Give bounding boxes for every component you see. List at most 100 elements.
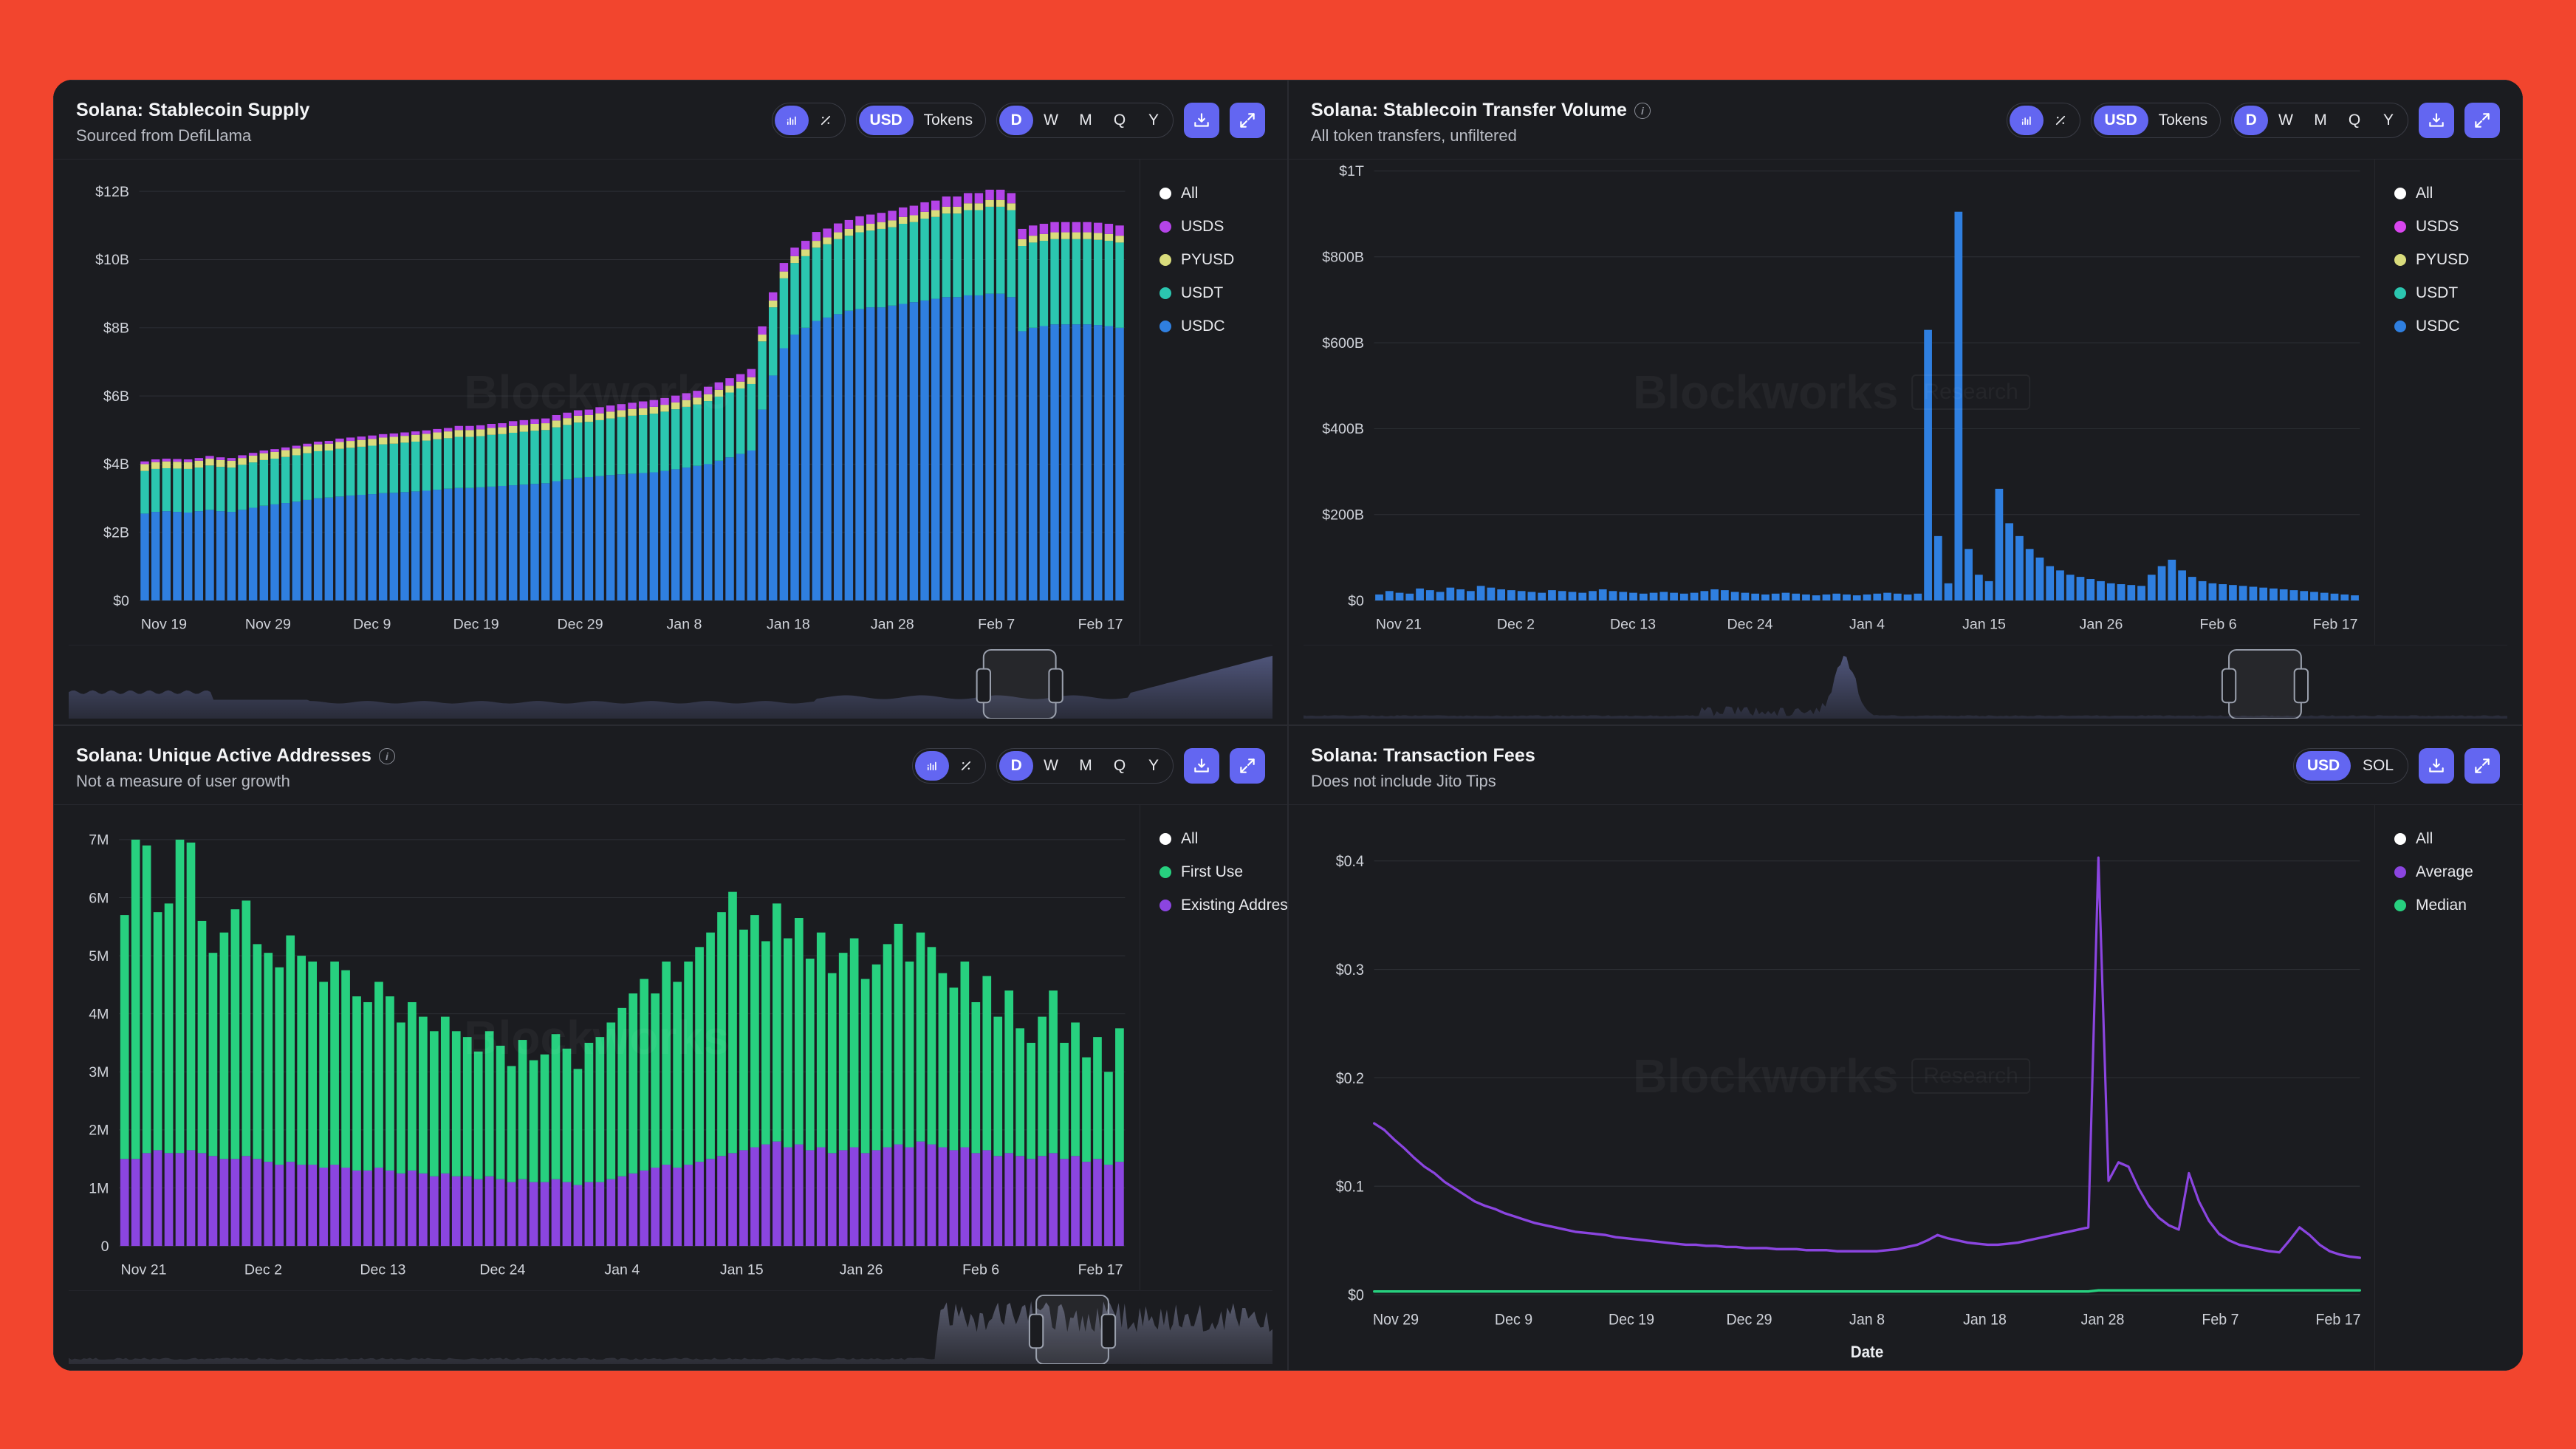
legend-dot-icon — [2394, 833, 2406, 845]
legend-item-existing-addresses[interactable]: Existing Addresses — [1159, 897, 1287, 914]
range-option-y[interactable]: Y — [1137, 106, 1171, 135]
legend-label: USDS — [2416, 218, 2459, 236]
range-toggle[interactable]: D W M Q Y — [996, 748, 1174, 784]
range-option-y[interactable]: Y — [1137, 751, 1171, 781]
range-option-d[interactable]: D — [999, 751, 1033, 781]
legend-label: USDC — [1181, 318, 1225, 335]
plot-area[interactable]: Blockworks $0$2B$4B$6B$8B$10B$12BNov 19N… — [54, 160, 1140, 645]
expand-icon[interactable] — [1230, 103, 1265, 138]
brush-svg[interactable] — [1304, 645, 2507, 719]
plot-area[interactable]: Blockworks Research $0$200B$400B$600B$80… — [1289, 160, 2374, 645]
legend-dot-icon — [2394, 254, 2406, 266]
svg-text:$200B: $200B — [1322, 507, 1364, 524]
range-option-q[interactable]: Q — [2337, 106, 2371, 135]
range-brush-3[interactable] — [69, 1290, 1272, 1364]
legend-label: All — [2416, 185, 2433, 202]
unit-option-tokens[interactable]: Tokens — [914, 106, 984, 135]
range-toggle[interactable]: D W M Q Y — [996, 103, 1174, 138]
svg-text:Dec 29: Dec 29 — [1726, 1311, 1772, 1329]
panel-title-text: Solana: Transaction Fees — [1311, 745, 1535, 767]
bar-chart-icon[interactable] — [775, 106, 809, 135]
percent-icon[interactable] — [809, 106, 843, 135]
range-option-m[interactable]: M — [1069, 106, 1103, 135]
legend-item-usdt[interactable]: USDT — [1159, 284, 1287, 302]
svg-text:$6B: $6B — [103, 388, 129, 405]
chart-legend: All First Use Existing Addresses — [1140, 805, 1287, 1290]
legend-item-usds[interactable]: USDS — [2394, 218, 2522, 236]
legend-item-pyusd[interactable]: PYUSD — [2394, 251, 2522, 269]
brush-svg[interactable] — [69, 645, 1272, 719]
view-mode-toggle[interactable] — [772, 103, 846, 138]
unit-option-usd[interactable]: USD — [2094, 106, 2148, 135]
view-mode-toggle[interactable] — [2007, 103, 2080, 138]
download-icon[interactable] — [1184, 103, 1219, 138]
download-icon[interactable] — [1184, 748, 1219, 784]
svg-text:Dec 24: Dec 24 — [1727, 617, 1772, 633]
range-brush-1[interactable] — [69, 645, 1272, 719]
download-icon[interactable] — [2419, 748, 2454, 784]
legend-item-usdt[interactable]: USDT — [2394, 284, 2522, 302]
transaction-fees-chart[interactable]: $0 $0.1 $0.2 $0.3 $0.4 Nov 29 Dec 9 Dec 19 Dec 2… — [1289, 805, 2374, 1370]
unit-toggle[interactable]: USD Tokens — [856, 103, 987, 138]
legend-item-usds[interactable]: USDS — [1159, 218, 1287, 236]
svg-text:Feb 6: Feb 6 — [2200, 617, 2237, 633]
transfer-volume-chart[interactable]: $0 $200B $400B $600B $800B $1T Nov 21 Dec 2 Dec … — [1289, 160, 2374, 645]
range-option-q[interactable]: Q — [1103, 106, 1137, 135]
range-toggle[interactable]: D W M Q Y — [2231, 103, 2408, 138]
svg-text:6M: 6M — [89, 890, 109, 906]
unit-option-usd[interactable]: USD — [859, 106, 914, 135]
legend-item-all[interactable]: All — [1159, 830, 1287, 848]
legend-item-all[interactable]: All — [1159, 185, 1287, 202]
plot-area[interactable]: Blockworks Research $0$0.1$0.2$0.3$0.4No… — [1289, 805, 2374, 1370]
svg-text:Nov 21: Nov 21 — [1376, 617, 1422, 633]
unit-toggle[interactable]: USD Tokens — [2091, 103, 2222, 138]
unit-option-sol[interactable]: SOL — [2351, 751, 2405, 781]
range-option-w[interactable]: W — [1033, 106, 1069, 135]
svg-text:$600B: $600B — [1322, 335, 1364, 352]
legend-item-usdc[interactable]: USDC — [2394, 318, 2522, 335]
unit-option-usd[interactable]: USD — [2296, 751, 2351, 781]
unit-toggle[interactable]: USD SOL — [2293, 748, 2408, 784]
percent-icon[interactable] — [949, 751, 983, 781]
unique-active-addresses-chart[interactable]: 0 1M 2M 3M 4M 5M 6M 7M Nov 21 Dec 2 Dec 13 Dec 24 Ja… — [54, 805, 1140, 1290]
range-option-y[interactable]: Y — [2371, 106, 2405, 135]
legend-item-pyusd[interactable]: PYUSD — [1159, 251, 1287, 269]
panel-titles: Solana: Stablecoin Transfer Volume i All… — [1311, 100, 1651, 145]
brush-svg[interactable] — [69, 1291, 1272, 1364]
bar-chart-icon[interactable] — [915, 751, 949, 781]
page-title: Solana: Stablecoin Transfer Volume i — [1311, 100, 1651, 121]
legend-item-median[interactable]: Median — [2394, 897, 2522, 914]
unit-option-tokens[interactable]: Tokens — [2148, 106, 2219, 135]
range-option-d[interactable]: D — [999, 106, 1033, 135]
range-option-m[interactable]: M — [2303, 106, 2337, 135]
download-icon[interactable] — [2419, 103, 2454, 138]
range-option-q[interactable]: Q — [1103, 751, 1137, 781]
legend-item-all[interactable]: All — [2394, 185, 2522, 202]
stablecoin-supply-chart[interactable]: $0 $2B $4B $6B $8B $10B $12B Nov 19 Nov 29 Dec 9 D… — [54, 160, 1140, 645]
bar-chart-icon[interactable] — [2010, 106, 2044, 135]
panel-toolbar: USD SOL — [2293, 745, 2500, 784]
svg-text:Nov 29: Nov 29 — [1373, 1311, 1419, 1329]
legend-label: Average — [2416, 863, 2473, 881]
legend-item-first-use[interactable]: First Use — [1159, 863, 1287, 881]
chart-body: Blockworks Research $0$200B$400B$600B$80… — [1289, 160, 2522, 645]
legend-item-all[interactable]: All — [2394, 830, 2522, 848]
svg-text:Dec 9: Dec 9 — [1495, 1311, 1532, 1329]
range-option-d[interactable]: D — [2234, 106, 2268, 135]
percent-icon[interactable] — [2044, 106, 2077, 135]
expand-icon[interactable] — [2464, 103, 2500, 138]
svg-text:$0.2: $0.2 — [1336, 1069, 1364, 1087]
range-option-w[interactable]: W — [1033, 751, 1069, 781]
expand-icon[interactable] — [1230, 748, 1265, 784]
legend-item-usdc[interactable]: USDC — [1159, 318, 1287, 335]
legend-item-average[interactable]: Average — [2394, 863, 2522, 881]
info-icon[interactable]: i — [1634, 103, 1651, 119]
expand-icon[interactable] — [2464, 748, 2500, 784]
plot-area[interactable]: Blockworks 01M2M3M4M5M6M7MNov 21Dec 2Dec… — [54, 805, 1140, 1290]
range-option-w[interactable]: W — [2268, 106, 2303, 135]
panel-header: Solana: Stablecoin Supply Sourced from D… — [54, 80, 1287, 160]
range-brush-2[interactable] — [1304, 645, 2507, 719]
range-option-m[interactable]: M — [1069, 751, 1103, 781]
info-icon[interactable]: i — [379, 748, 395, 764]
view-mode-toggle[interactable] — [912, 748, 986, 784]
